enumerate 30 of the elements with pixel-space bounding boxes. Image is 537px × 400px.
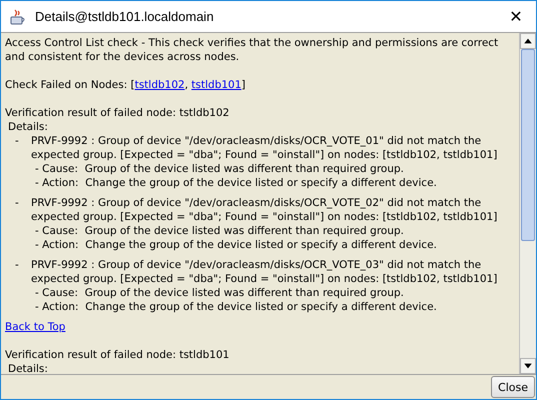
scroll-down-icon[interactable] — [520, 358, 536, 374]
cause-text: - Cause: Group of the device listed was different than required group. — [34, 162, 405, 176]
vertical-scrollbar[interactable] — [519, 33, 536, 374]
node-link[interactable]: tstldb101 — [191, 79, 242, 91]
action-text: - Action: Change the group of the device listed or specify a different device. — [34, 176, 438, 190]
section-heading: Verification result of failed node: tstldb101 — [5, 348, 230, 362]
action-text: - Action: Change the group of the device listed or specify a different device. — [34, 300, 438, 314]
java-cup-icon — [9, 8, 27, 26]
bullet: - — [14, 134, 20, 149]
section-heading: Verification result of failed node: tstldb102 — [5, 106, 230, 120]
node-link[interactable]: tstldb102 — [134, 79, 185, 91]
separator: , — [184, 79, 190, 91]
scroll-up-icon[interactable] — [520, 33, 536, 49]
cause-text: - Cause: Group of the device listed was different than required group. — [34, 224, 405, 238]
bullet: - — [14, 196, 20, 211]
bullet: - — [14, 258, 20, 273]
intro-text: Access Control List check - This check verifies that the ownership and permissions are correct and consistent for the devices across nodes. — [5, 36, 500, 64]
error-message: PRVF-9992 : Group of device "/dev/oracleasm/disks/OCR_VOTE_02" did not match the expected group. [Expected = "dba"; Found = "oinstall"] on nodes: [tstldb102, tstldb101] — [31, 196, 498, 224]
nodes-label: Check Failed on Nodes: [ — [5, 79, 135, 91]
bracket: ] — [241, 79, 246, 91]
error-message: PRVF-9992 : Group of device "/dev/oracleasm/disks/OCR_VOTE_01" did not match the expected group. [Expected = "dba"; Found = "oinstall"] on nodes: [tstldb102, tstldb101] — [31, 134, 498, 162]
scroll-thumb[interactable] — [521, 49, 535, 241]
details-label: Details: — [7, 120, 49, 134]
close-button[interactable]: Close — [491, 376, 535, 398]
action-text: - Action: Change the group of the device listed or specify a different device. — [34, 238, 438, 252]
error-message: PRVF-9992 : Group of device "/dev/oracleasm/disks/OCR_VOTE_03" did not match the expected group. [Expected = "dba"; Found = "oinstall"] on nodes: [tstldb102, tstldb101] — [31, 258, 498, 286]
back-to-top-link[interactable]: Back to Top — [5, 321, 66, 333]
window-title: Details@tstldb101.localdomain — [35, 9, 215, 24]
details-label: Details: — [7, 362, 49, 374]
cause-text: - Cause: Group of the device listed was different than required group. — [34, 286, 405, 300]
